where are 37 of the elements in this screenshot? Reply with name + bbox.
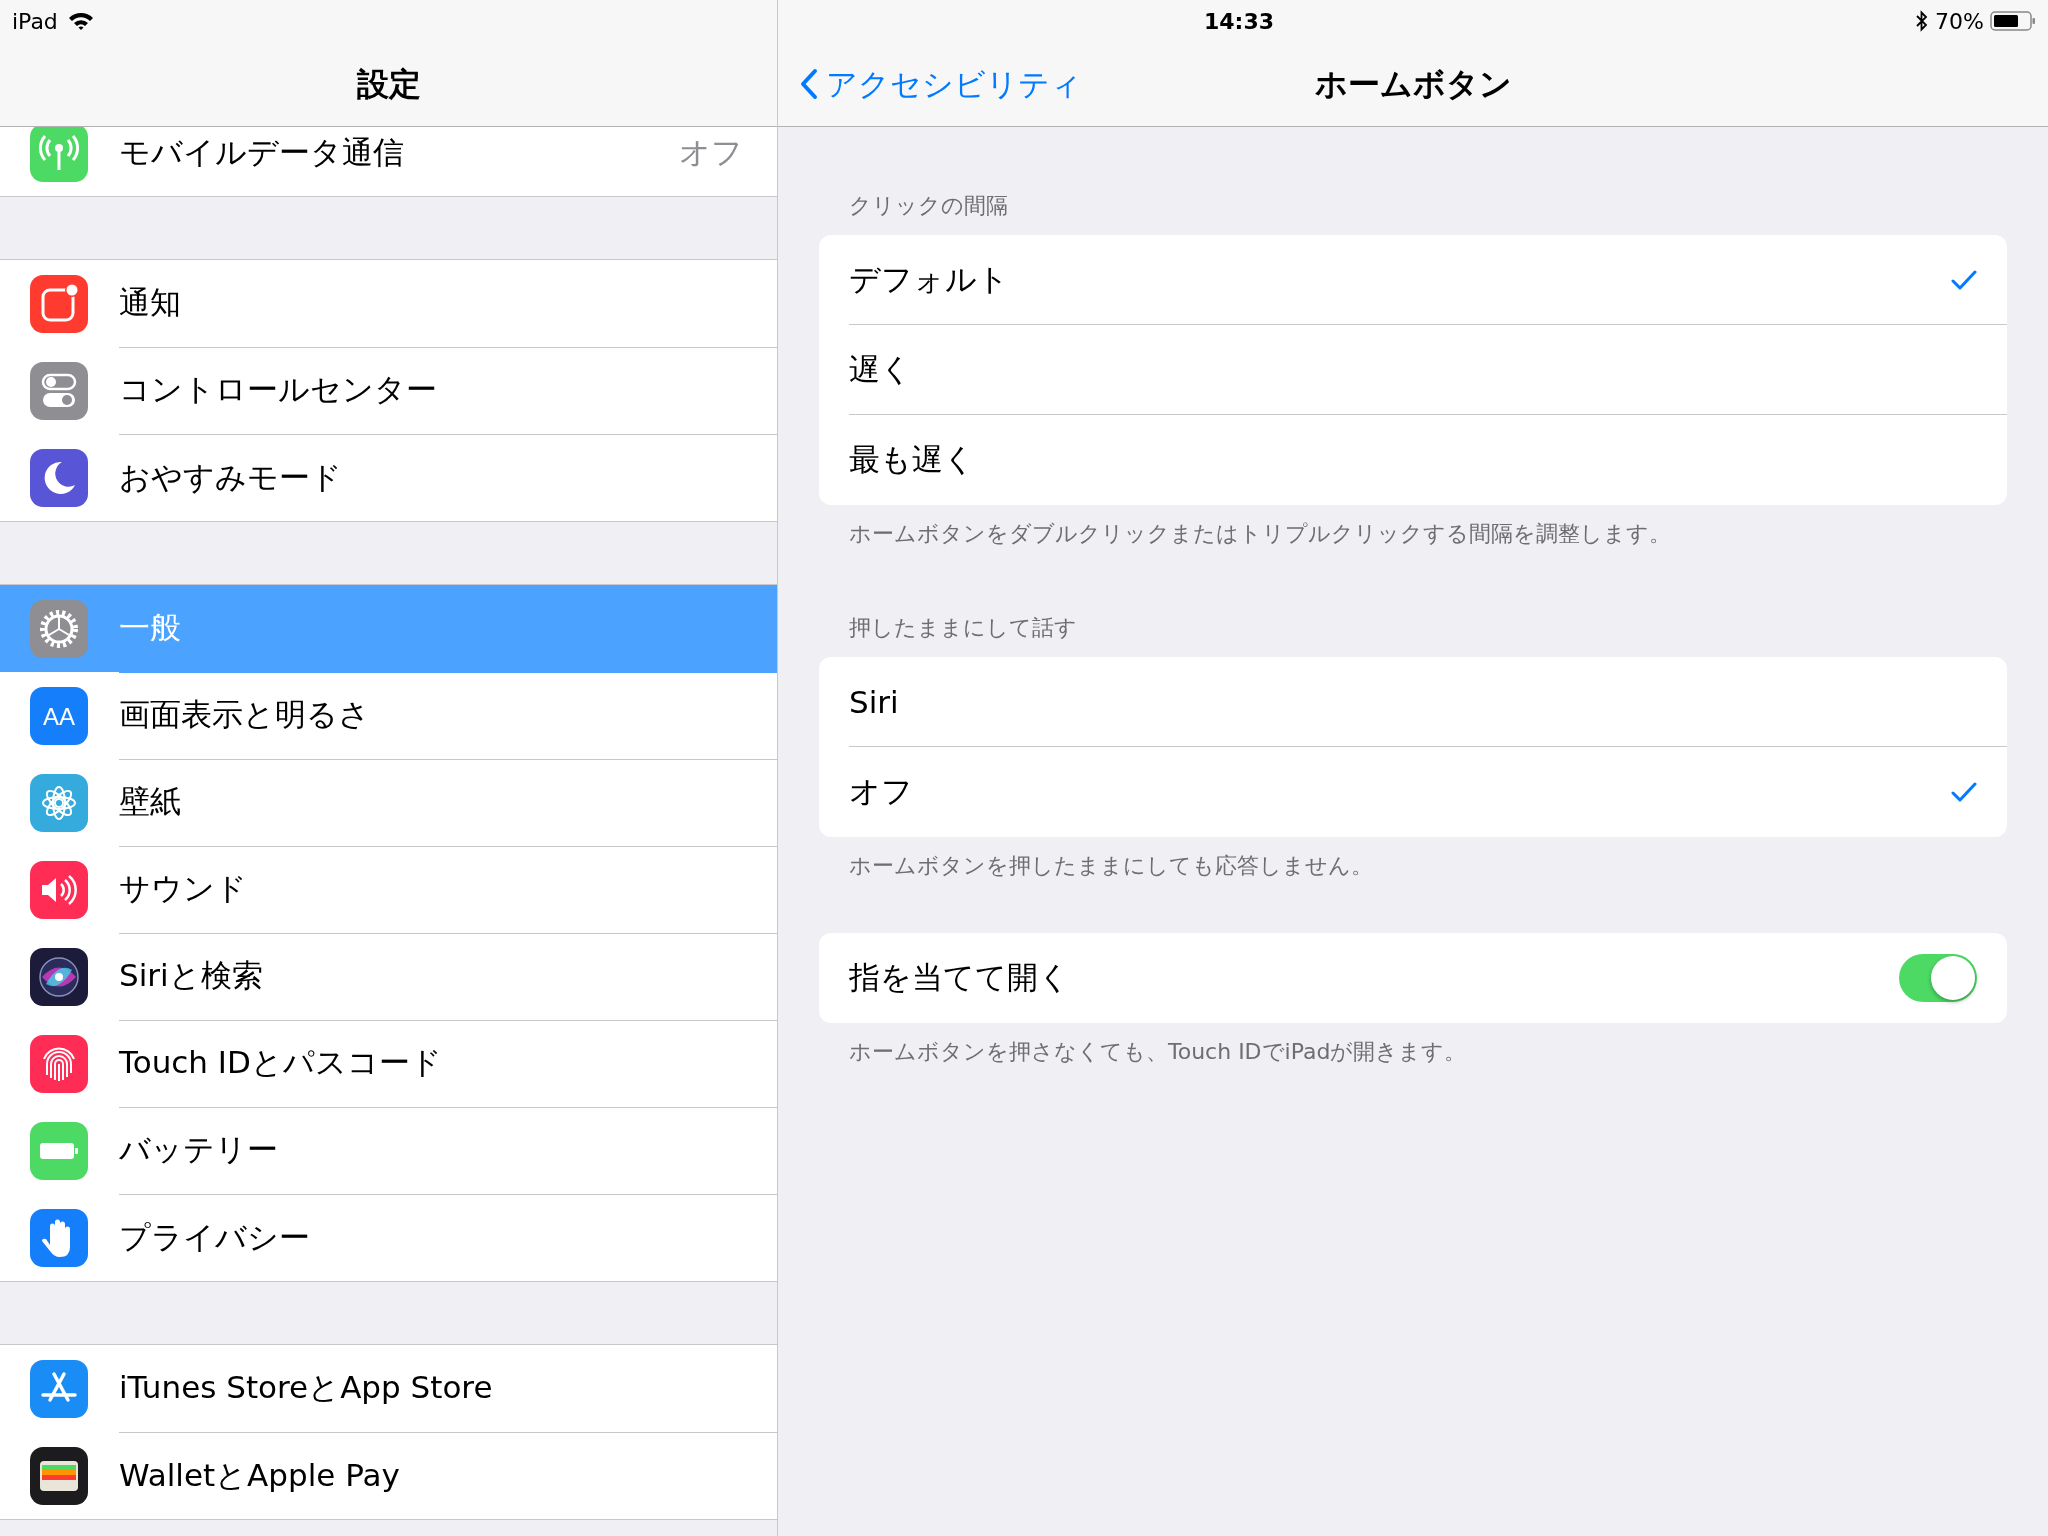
- option-label: 最も遅く: [849, 440, 975, 479]
- sidebar-item[interactable]: Touch IDとパスコード: [0, 1020, 777, 1107]
- device-name: iPad: [12, 8, 58, 34]
- option-label: Siri: [849, 683, 899, 720]
- sidebar-item[interactable]: WalletとApple Pay: [0, 1432, 777, 1519]
- option-label: デフォルト: [849, 259, 1009, 299]
- text-size-icon: AA: [30, 686, 88, 745]
- section-footer: ホームボタンを押したままにしても応答しません。: [819, 851, 2007, 881]
- battery-level-icon: [1990, 10, 2036, 32]
- battery-percent: 70%: [1935, 8, 1984, 34]
- chevron-left-icon: [800, 68, 818, 100]
- sidebar-item[interactable]: モバイルデータ通信 オフ: [0, 127, 777, 196]
- wifi-icon: [67, 11, 94, 31]
- sidebar-item[interactable]: 通知: [0, 260, 777, 347]
- clock: 14:33: [1204, 8, 1274, 34]
- sidebar-item[interactable]: プライバシー: [0, 1194, 777, 1281]
- sidebar-item[interactable]: 壁紙: [0, 759, 777, 846]
- section-header: 押したままにして話す: [848, 614, 1078, 642]
- section-footer: ホームボタンを押さなくても、Touch IDでiPadが開きます。: [819, 1037, 2007, 1067]
- back-link[interactable]: アクセシビリティ: [800, 62, 1082, 106]
- sidebar-item[interactable]: サウンド: [0, 846, 777, 933]
- sidebar-item[interactable]: AA 画面表示と明るさ: [0, 672, 777, 759]
- option-label: 指を当てて開く: [849, 958, 1070, 997]
- sidebar-item[interactable]: バッテリー: [0, 1107, 777, 1194]
- item-value: オフ: [679, 132, 743, 172]
- page-title: ホームボタン: [1314, 64, 1512, 105]
- bluetooth-icon: [1915, 10, 1930, 32]
- sidebar-item[interactable]: iTunes StoreとApp Store: [0, 1345, 777, 1432]
- sidebar-title: 設定: [356, 64, 421, 105]
- sidebar-item[interactable]: Siriと検索: [0, 933, 777, 1020]
- section-footer: ホームボタンをダブルクリックまたはトリプルクリックする間隔を調整します。: [819, 519, 2007, 549]
- sidebar-item[interactable]: コントロールセンター: [0, 347, 777, 434]
- option-label: オフ: [849, 772, 913, 811]
- option-label: 遅く: [849, 349, 912, 389]
- sidebar-item[interactable]: おやすみモード: [0, 434, 777, 521]
- section-header: クリックの間隔: [848, 192, 1009, 220]
- toggle-switch[interactable]: [1899, 954, 1977, 1002]
